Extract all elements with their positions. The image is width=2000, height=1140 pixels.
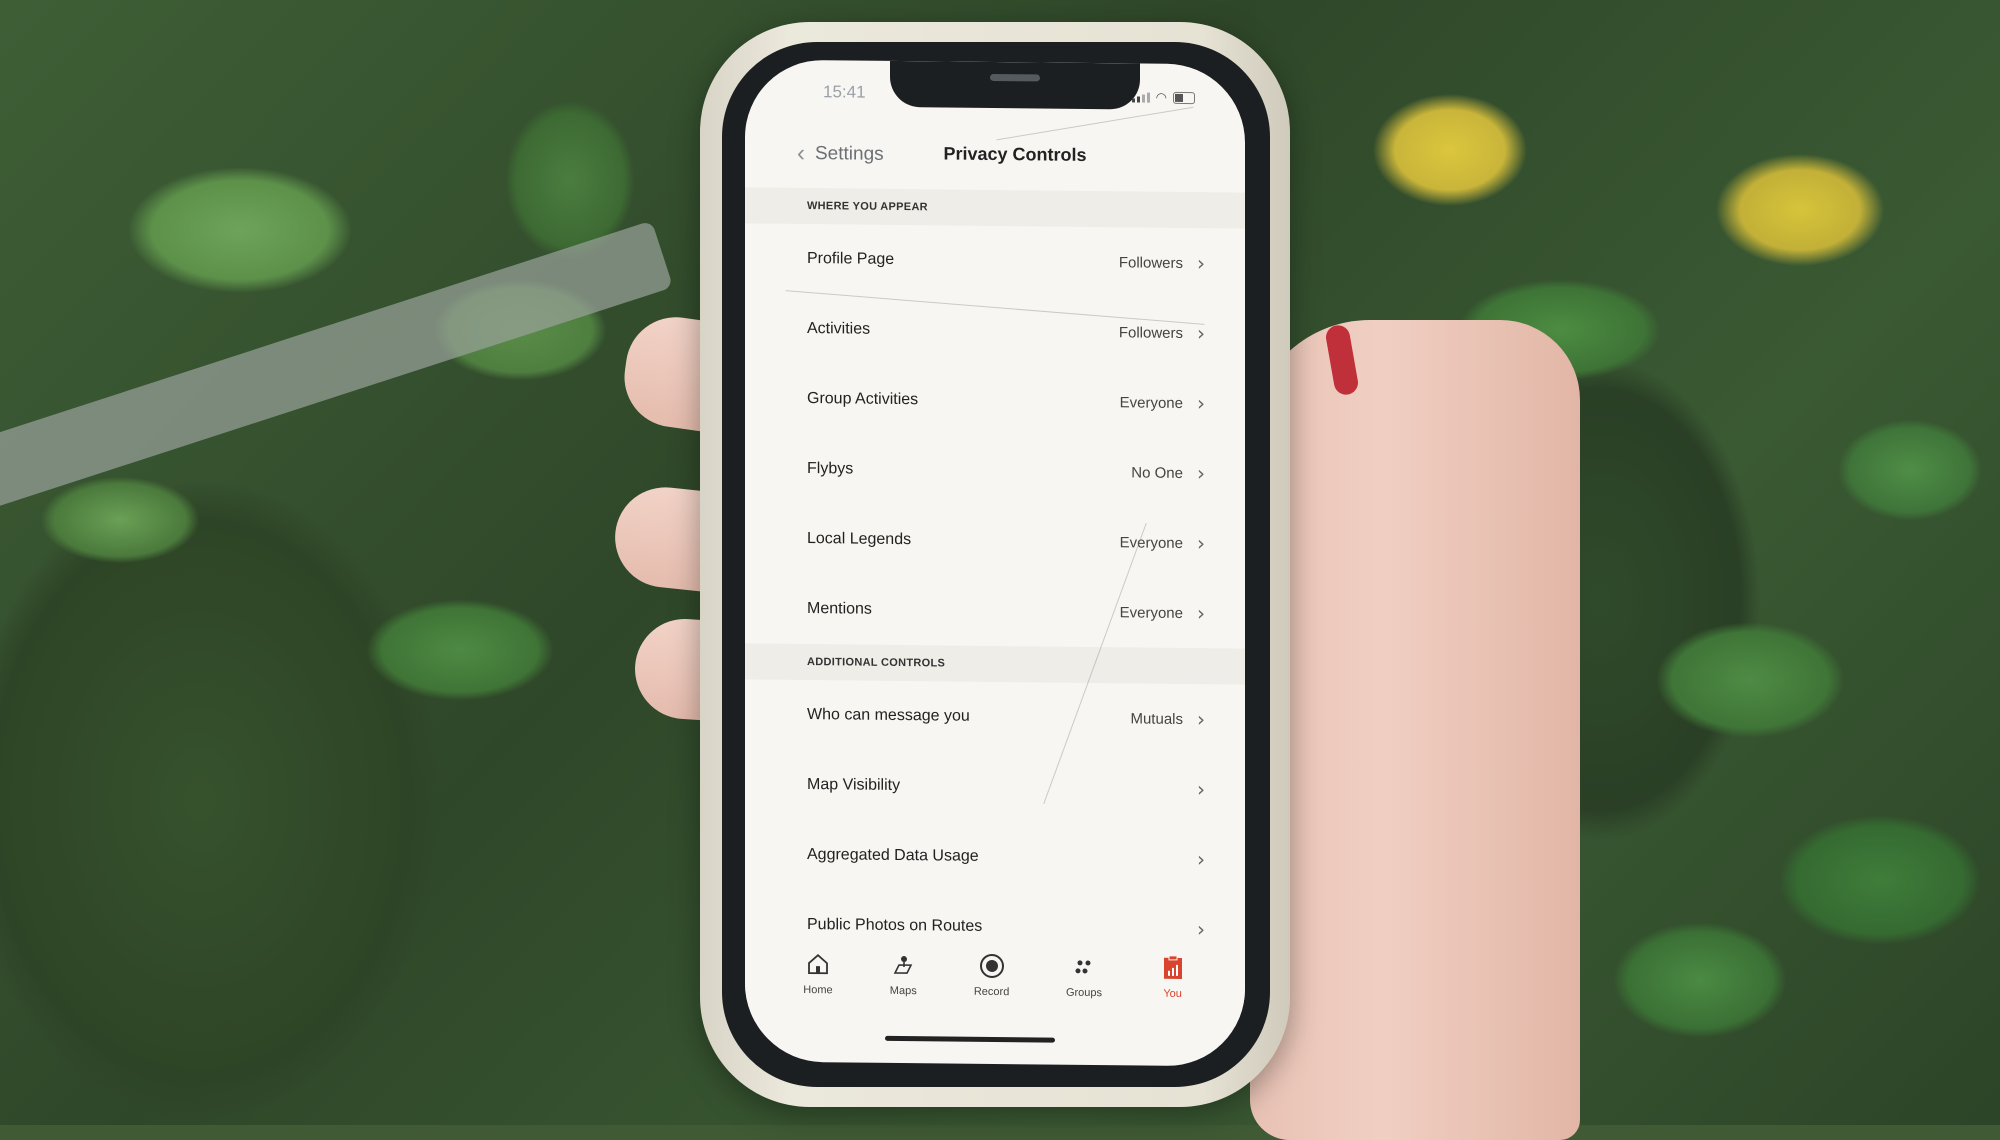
tab-you[interactable]: You <box>1159 946 1187 1026</box>
chevron-right-icon: › <box>1197 917 1205 942</box>
tab-bar: Home Maps Record Groups You <box>745 941 1245 1027</box>
row-value: Followers <box>1118 253 1183 272</box>
section-header-where-you-appear: WHERE YOU APPEAR <box>745 187 1245 229</box>
status-time: 15:41 <box>823 82 866 102</box>
row-local-legends[interactable]: Local Legends Everyone › <box>745 503 1245 578</box>
row-value: Everyone <box>1119 533 1183 552</box>
home-icon <box>804 950 832 978</box>
tab-label: Maps <box>889 984 917 998</box>
phone-screen: 15:41 ◠ ‹ Settings Privacy Controls WHER… <box>745 59 1245 1067</box>
garden-pipe <box>0 220 674 510</box>
row-group-activities[interactable]: Group Activities Everyone › <box>745 363 1245 438</box>
row-value: Followers <box>1118 323 1183 342</box>
nav-bar: ‹ Settings Privacy Controls <box>745 129 1245 184</box>
groups-icon <box>1070 953 1098 981</box>
status-icons: ◠ <box>1131 89 1195 106</box>
row-flybys[interactable]: Flybys No One › <box>745 433 1245 508</box>
record-icon <box>978 952 1006 980</box>
hand <box>1250 320 1580 1140</box>
row-label: Local Legends <box>807 530 912 549</box>
row-label: Group Activities <box>807 390 919 409</box>
row-label: Who can message you <box>807 706 970 725</box>
map-pin-icon <box>889 951 917 979</box>
row-label: Flybys <box>807 460 854 478</box>
chevron-right-icon: › <box>1197 707 1205 732</box>
row-activities[interactable]: Activities Followers › <box>745 293 1245 368</box>
tab-label: You <box>1163 987 1182 1000</box>
speaker <box>990 73 1040 82</box>
row-mentions[interactable]: Mentions Everyone › <box>745 573 1245 648</box>
row-value: Mutuals <box>1130 709 1183 728</box>
row-value: Everyone <box>1119 393 1183 412</box>
row-profile-page[interactable]: Profile Page Followers › <box>745 223 1245 298</box>
row-who-can-message-you[interactable]: Who can message you Mutuals › <box>745 679 1245 754</box>
tab-home[interactable]: Home <box>803 942 833 1022</box>
row-value: No One <box>1131 463 1183 482</box>
row-label: Public Photos on Routes <box>807 916 983 935</box>
chevron-right-icon: › <box>1197 847 1205 872</box>
row-map-visibility[interactable]: Map Visibility › <box>745 749 1245 824</box>
tab-record[interactable]: Record <box>974 944 1009 1024</box>
row-label: Mentions <box>807 600 872 618</box>
chevron-right-icon: › <box>1197 391 1205 416</box>
chevron-right-icon: › <box>1197 251 1205 276</box>
chevron-right-icon: › <box>1197 777 1205 802</box>
section-header-additional-controls: ADDITIONAL CONTROLS <box>745 643 1245 685</box>
chevron-right-icon: › <box>1197 601 1205 626</box>
row-value: Everyone <box>1119 603 1183 622</box>
tab-maps[interactable]: Maps <box>889 943 917 1023</box>
settings-list: WHERE YOU APPEAR Profile Page Followers ›… <box>745 187 1245 964</box>
tab-label: Record <box>973 985 1010 999</box>
tab-groups[interactable]: Groups <box>1066 945 1102 1025</box>
battery-icon <box>1173 91 1195 105</box>
notch <box>890 60 1140 110</box>
row-label: Activities <box>807 320 871 338</box>
chevron-right-icon: › <box>1197 461 1205 486</box>
tab-label: Groups <box>1065 986 1103 1000</box>
home-indicator[interactable] <box>885 1035 1055 1043</box>
tab-label: Home <box>803 983 833 997</box>
profile-stats-icon <box>1159 954 1187 982</box>
signal-icon <box>1131 92 1150 103</box>
row-label: Aggregated Data Usage <box>807 846 979 865</box>
row-label: Map Visibility <box>807 776 901 795</box>
wifi-icon: ◠ <box>1155 89 1167 105</box>
chevron-right-icon: › <box>1197 531 1205 556</box>
row-label: Profile Page <box>807 250 895 268</box>
row-aggregated-data-usage[interactable]: Aggregated Data Usage › <box>745 819 1245 894</box>
